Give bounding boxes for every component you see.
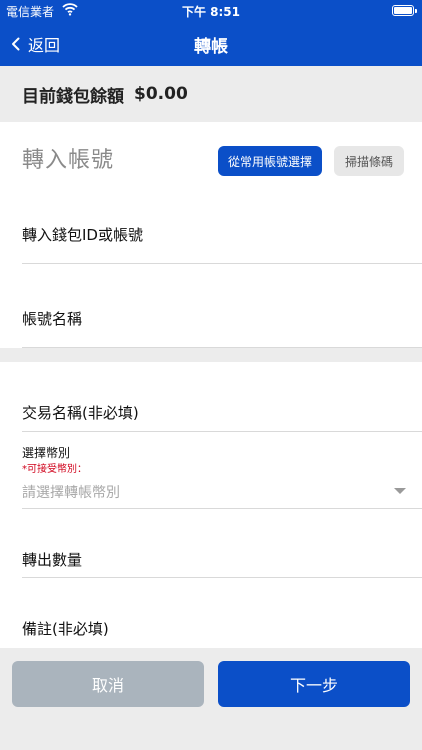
currency-hint: *可接受幣別： [22,464,87,475]
balance-label: 目前錢包餘額 [22,86,124,107]
account-name-field[interactable]: 帳號名稱 [22,308,422,329]
cancel-button[interactable]: 取消 [12,661,204,707]
transaction-name-field[interactable]: 交易名稱(非必填) [22,402,422,423]
transfer-account-title: 轉入帳號 [22,148,115,173]
balance-amount: $0.00 [134,84,188,104]
status-bar: 電信業者 下午 8:51 [0,0,422,22]
scan-barcode-button[interactable]: 掃描條碼 [334,146,404,176]
section-separator [0,348,422,362]
select-common-account-button[interactable]: 從常用帳號選擇 [218,146,322,176]
amount-field[interactable]: 轉出數量 [22,549,422,570]
status-time: 下午 8:51 [181,5,241,19]
wallet-id-field[interactable]: 轉入錢包ID或帳號 [22,224,422,245]
note-field[interactable]: 備註(非必填) [22,618,422,639]
divider [22,577,422,578]
divider [22,431,422,432]
page-title: 轉帳 [194,37,228,57]
header-bar: 電信業者 下午 8:51 返回 轉帳 [0,0,422,66]
battery-icon [392,5,417,16]
next-step-button[interactable]: 下一步 [218,661,410,707]
divider [22,263,422,264]
divider [22,508,422,509]
wallet-balance: 目前錢包餘額 $0.00 [0,66,422,122]
currency-select[interactable]: 請選擇轉帳幣別 [22,482,120,502]
caret-down-icon[interactable] [394,488,406,494]
currency-label: 選擇幣別 [22,446,71,460]
